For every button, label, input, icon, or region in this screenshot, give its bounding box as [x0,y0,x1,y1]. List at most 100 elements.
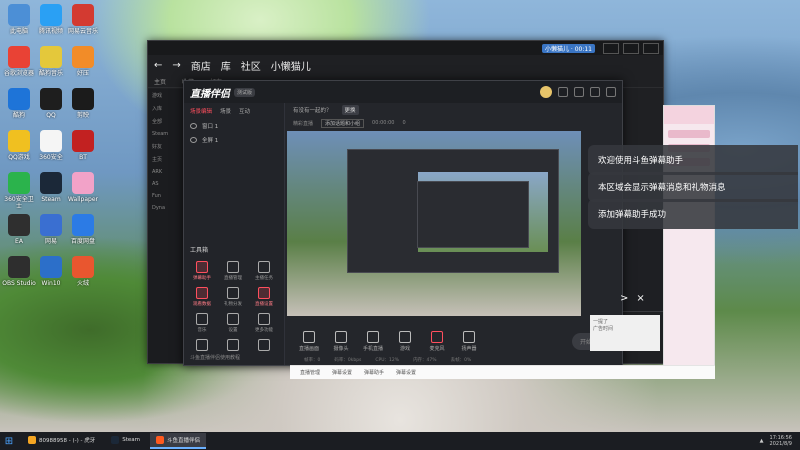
sidebar-item[interactable]: Steam [148,128,184,140]
next-icon[interactable]: > [620,293,628,304]
tool-item[interactable]: 音乐 [188,313,216,333]
sidebar-item[interactable]: ARK [148,166,184,178]
control-button[interactable]: 直播画面 [297,330,321,352]
tutorial-link[interactable]: 斗鱼直播伴侣使用教程 [190,354,240,361]
desktop-icon[interactable]: OBS Studio [2,256,36,287]
desktop-icon[interactable]: 酷狗 [2,88,36,119]
desktop-icon[interactable]: 360安全 [34,130,68,161]
desktop-icon[interactable]: QQ [34,88,68,119]
minimize-button[interactable] [603,42,619,54]
tool-item[interactable]: 直播设置 [250,287,278,307]
control-button[interactable]: 麦克风 [425,330,449,352]
nav-username[interactable]: 小懒猫儿 [271,58,311,73]
sidebar-item[interactable]: Fun [148,190,184,202]
desktop-icon[interactable]: Wallpaper [66,172,100,203]
desktop-icon-label: Wallpaper [67,196,98,203]
desktop-icon[interactable]: 网易云音乐 [66,4,100,35]
topic-input[interactable]: 添加话题和小组 [321,118,365,128]
desktop-icon[interactable]: EA [2,214,36,245]
scene-item[interactable]: 全屏 1 [184,133,284,147]
desktop-icon-label: QQ [46,112,56,119]
skin-icon[interactable] [558,87,568,97]
app-header: 直播伴侣 测试版 [184,81,622,103]
tool-item[interactable]: 设置 [219,313,247,333]
tab-scene[interactable]: 场景 [220,107,231,115]
tool-item[interactable]: 观看数据 [188,287,216,307]
desktop-icon[interactable]: 剪映 [66,88,100,119]
desktop-icon[interactable]: 网易 [34,214,68,245]
close-icon[interactable] [606,87,616,97]
sidebar-item[interactable]: 入库 [148,102,184,115]
desktop-icon[interactable]: QQ游戏 [2,130,36,161]
change-topic-button[interactable]: 更换 [341,105,359,115]
close-icon[interactable]: × [636,293,644,304]
tool-item[interactable]: 主播任务 [250,261,278,281]
eye-icon[interactable] [190,137,197,143]
tool-item[interactable]: 弹幕助手 [188,261,216,281]
tool-item[interactable]: 更多功能 [250,313,278,333]
avatar[interactable] [540,86,552,98]
desktop-icon[interactable]: 好压 [66,46,100,77]
user-badge[interactable]: 小懒猫儿 · 00:11 [541,43,595,53]
maximize-button[interactable] [623,42,639,54]
tab-interact[interactable]: 互动 [239,107,250,115]
desktop-icon[interactable]: Steam [34,172,68,203]
desktop-icon[interactable]: 百度网盘 [66,214,100,245]
network-icon[interactable]: ▲ [760,438,764,444]
taskbar-app[interactable]: 斗鱼直播伴侣 [150,433,207,449]
nav-library[interactable]: 库 [221,58,231,73]
desktop-icon[interactable]: 此电脑 [2,4,36,35]
strip-item[interactable]: 弹幕助手 [364,369,384,376]
strip-item[interactable]: 弹幕设置 [396,369,416,376]
tab-home[interactable]: 主页 [154,77,166,86]
menu-icon[interactable] [574,87,584,97]
nav-store[interactable]: 商店 [191,58,211,73]
desktop-icon[interactable]: 360安全卫士 [2,172,36,210]
taskbar-app[interactable]: 80988958 - (-) - 虎牙 [22,433,101,449]
sidebar-item[interactable]: 游戏 [148,89,184,102]
scene-item[interactable]: 窗口 1 [184,119,284,133]
control-button[interactable]: 游戏 [393,330,417,352]
desktop-icon[interactable]: BT [66,130,100,161]
strip-item[interactable]: 弹幕设置 [332,369,352,376]
close-button[interactable] [643,42,659,54]
taskbar-app-label: 80988958 - (-) - 虎牙 [39,438,96,444]
app-icon [40,88,62,110]
control-button[interactable]: 扬声器 [457,330,481,352]
taskbar-app[interactable]: Steam [105,433,146,449]
tool-label: 礼物分发 [224,302,242,307]
control-button[interactable]: 摄像头 [329,330,353,352]
control-button[interactable]: 手机直播 [361,330,385,352]
strip-item[interactable]: 直播管理 [300,369,320,376]
notification-success: 添加弹幕助手成功 [588,199,798,229]
desktop-icon[interactable]: Win10 [34,256,68,287]
back-arrow-icon[interactable]: ← [154,60,162,71]
nav-community[interactable]: 社区 [241,58,261,73]
tab-scene-edit[interactable]: 场景编辑 [190,107,212,115]
danmu-sub: 广告时间 [593,326,614,332]
sidebar-item[interactable]: Dyna [148,202,184,214]
desktop-icon[interactable]: 火绒 [66,256,100,287]
sidebar-item[interactable]: 全部 [148,115,184,128]
desktop-icon[interactable]: 谷歌浏览器 [2,46,36,77]
tool-item[interactable] [250,339,278,353]
sidebar-item[interactable]: 好友 [148,140,184,153]
start-icon[interactable]: ⊞ [0,432,18,450]
stream-preview[interactable] [287,131,581,316]
desktop-icon-label: 网易 [44,238,57,245]
tool-item[interactable] [188,339,216,353]
desktop-icon[interactable]: 酷狗音乐 [34,46,68,77]
eye-icon[interactable] [190,123,197,129]
forward-arrow-icon[interactable]: → [172,60,180,71]
desktop-icon[interactable]: 腾讯视频 [34,4,68,35]
tool-item[interactable]: 直播管理 [219,261,247,281]
minimize-icon[interactable] [590,87,600,97]
tool-label: 更多功能 [255,328,273,333]
tool-item[interactable] [219,339,247,353]
tool-item[interactable]: 礼物分发 [219,287,247,307]
stream-title[interactable]: 精彩直播 [293,120,313,127]
taskbar-apps: 80988958 - (-) - 虎牙 Steam 斗鱼直播伴侣 [18,433,207,449]
sidebar-item[interactable]: AS [148,178,184,190]
clock[interactable]: 17:16:56 2021/8/9 [770,435,792,447]
sidebar-item[interactable]: 主页 [148,153,184,166]
